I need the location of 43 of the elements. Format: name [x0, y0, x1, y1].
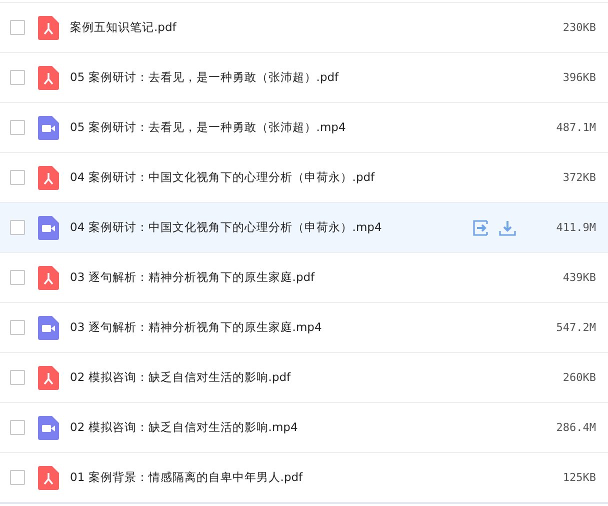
checkbox[interactable]: [10, 170, 25, 185]
file-name: 02 模拟咨询：缺乏自信对生活的影响.mp4: [70, 420, 299, 435]
file-name: 03 逐句解析：精神分析视角下的原生家庭.mp4: [70, 320, 323, 335]
file-name: 02 模拟咨询：缺乏自信对生活的影响.pdf: [70, 370, 292, 385]
file-name: 05 案例研讨：去看见，是一种勇敢（张沛超）.pdf: [70, 70, 340, 85]
file-name: 案例五知识笔记.pdf: [70, 20, 178, 35]
video-file-icon: [38, 416, 59, 440]
file-size: 260KB: [562, 371, 596, 384]
file-name: 04 案例研讨：中国文化视角下的心理分析（申荷永）.pdf: [70, 170, 376, 185]
checkbox[interactable]: [10, 320, 25, 335]
checkbox[interactable]: [10, 270, 25, 285]
pdf-file-icon: [38, 466, 59, 490]
file-size: 547.2M: [555, 321, 596, 334]
file-name: 04 案例研讨：中国文化视角下的心理分析（申荷永）.mp4: [70, 220, 383, 235]
checkbox[interactable]: [10, 70, 25, 85]
checkbox[interactable]: [10, 420, 25, 435]
pdf-file-icon: [38, 166, 59, 190]
pdf-file-icon: [38, 366, 59, 390]
file-size: 125KB: [562, 471, 596, 484]
video-file-icon: [38, 316, 59, 340]
checkbox[interactable]: [10, 120, 25, 135]
download-icon[interactable]: [499, 220, 516, 236]
file-size: 439KB: [562, 271, 596, 284]
file-size: 487.1M: [555, 121, 596, 134]
move-icon[interactable]: [473, 220, 489, 236]
checkbox[interactable]: [10, 220, 25, 235]
file-row[interactable]: 04 案例研讨：中国文化视角下的心理分析（申荷永）.mp4 411.9M: [0, 202, 608, 252]
video-file-icon: [38, 116, 59, 140]
pdf-file-icon: [38, 66, 59, 90]
pdf-file-icon: [38, 266, 59, 290]
pdf-file-icon: [38, 16, 59, 40]
video-file-icon: [38, 216, 59, 240]
file-size: 372KB: [562, 171, 596, 184]
file-size: 230KB: [562, 21, 596, 34]
file-name: 03 逐句解析：精神分析视角下的原生家庭.pdf: [70, 270, 316, 285]
file-name: 05 案例研讨：去看见，是一种勇敢（张沛超）.mp4: [70, 120, 347, 135]
file-size: 286.4M: [555, 421, 596, 434]
checkbox[interactable]: [10, 470, 25, 485]
checkbox[interactable]: [10, 370, 25, 385]
checkbox[interactable]: [10, 20, 25, 35]
file-size: 411.9M: [555, 221, 596, 234]
file-name: 01 案例背景：情感隔离的自卑中年男人.pdf: [70, 470, 304, 485]
file-size: 396KB: [562, 71, 596, 84]
